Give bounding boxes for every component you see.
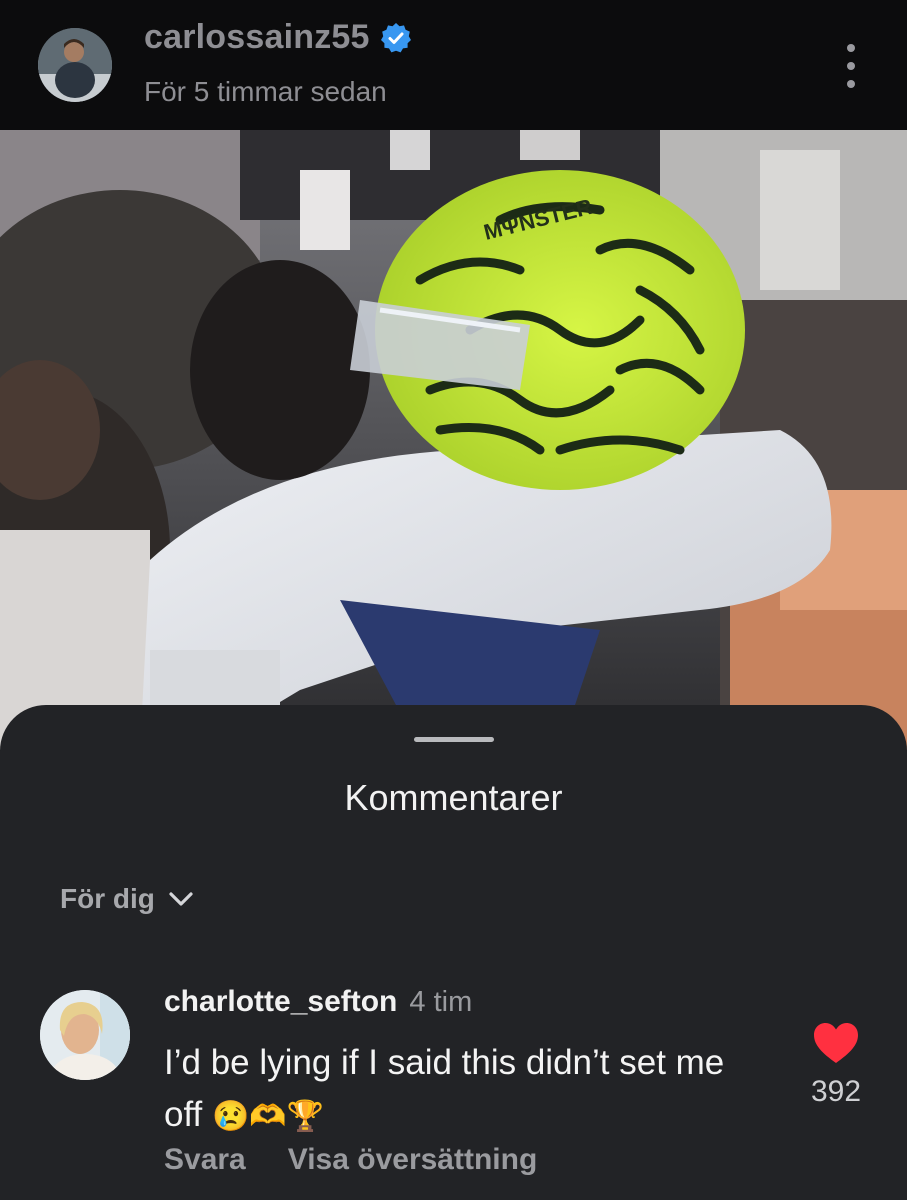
sheet-drag-handle[interactable]: [414, 737, 494, 742]
sheet-title: Kommentarer: [344, 777, 563, 818]
chevron-down-icon: [169, 892, 193, 906]
author-username[interactable]: carlossainz55: [144, 18, 370, 57]
commenter-username[interactable]: charlotte_sefton: [164, 985, 397, 1019]
see-translation-button[interactable]: Visa översättning: [288, 1143, 538, 1177]
video-player[interactable]: MΨNSTER: [0, 130, 907, 750]
author-avatar[interactable]: [38, 28, 112, 102]
comments-sheet: Kommentarer För dig charlotte_sefton 4 t…: [0, 705, 907, 1200]
post-header: carlossainz55 För 5 timmar sedan: [0, 0, 907, 130]
comment-header: charlotte_sefton 4 tim: [164, 985, 472, 1019]
filter-label: För dig: [60, 883, 155, 914]
comment-filter-dropdown[interactable]: För dig: [60, 883, 195, 915]
post-timestamp: För 5 timmar sedan: [144, 76, 387, 107]
video-frame-image: MΨNSTER: [0, 130, 907, 750]
commenter-avatar[interactable]: [40, 990, 130, 1080]
comment-time: 4 tim: [409, 986, 473, 1018]
comment-emoji: 😢🫶🏆: [212, 1100, 325, 1133]
heart-icon[interactable]: [812, 1021, 860, 1065]
comment-item: charlotte_sefton 4 tim I’d be lying if I…: [0, 985, 907, 1185]
like-count: 392: [810, 1075, 862, 1108]
comment-actions: Svara Visa översättning: [164, 1143, 537, 1177]
post-viewer: carlossainz55 För 5 timmar sedan MΨNSTER…: [0, 0, 907, 1200]
comment-text: I’d be lying if I said this didn’t set m…: [164, 1037, 764, 1143]
reply-button[interactable]: Svara: [164, 1143, 246, 1177]
verified-badge-icon: [380, 22, 411, 52]
more-options-icon[interactable]: [836, 44, 866, 88]
author-row: carlossainz55: [144, 18, 412, 57]
